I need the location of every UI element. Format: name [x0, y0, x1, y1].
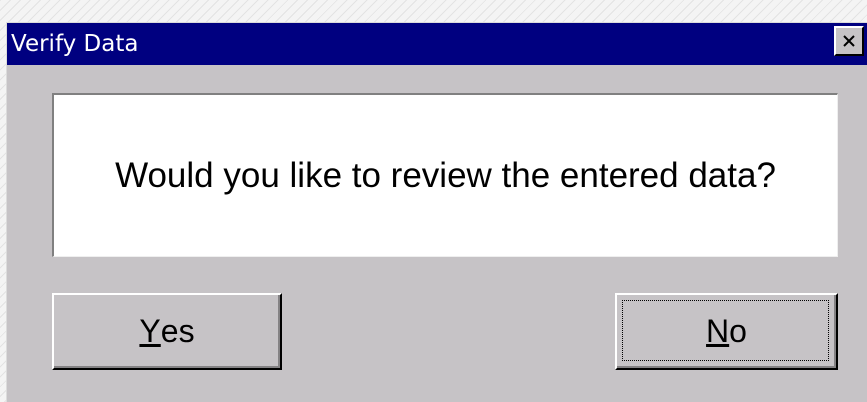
close-button[interactable]: [834, 26, 864, 56]
verify-data-dialog: Verify Data Would you like to review the…: [6, 22, 867, 402]
yes-mnemonic: Y: [139, 313, 161, 349]
close-icon: [843, 35, 855, 47]
no-label-rest: o: [729, 313, 747, 349]
yes-button[interactable]: Yes: [52, 293, 282, 370]
title-bar[interactable]: Verify Data: [7, 23, 867, 65]
yes-label-rest: es: [160, 313, 195, 349]
dialog-title: Verify Data: [11, 31, 139, 57]
no-button[interactable]: No: [615, 293, 838, 370]
message-panel: Would you like to review the entered dat…: [52, 93, 838, 257]
message-text: Would you like to review the entered dat…: [115, 155, 776, 195]
no-mnemonic: N: [706, 313, 730, 349]
